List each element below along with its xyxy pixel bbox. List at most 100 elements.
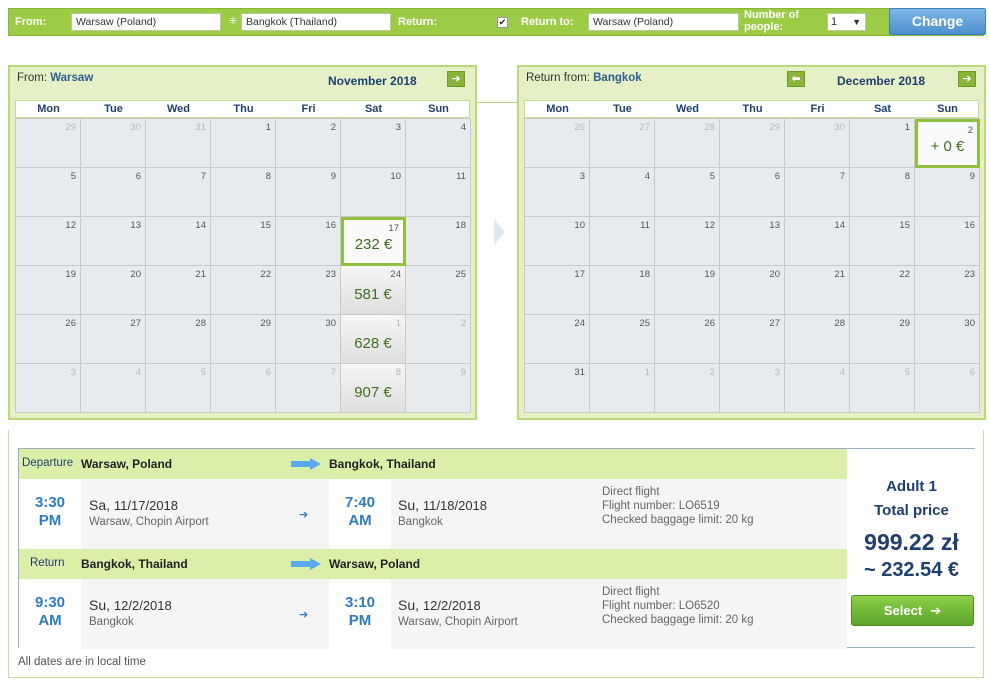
calendar-day[interactable]: 20 [81,266,146,315]
next-month-arrow-icon[interactable]: ➔ [958,71,976,87]
calendar-day[interactable]: 1 [211,119,276,168]
calendar-day[interactable]: 12 [16,217,81,266]
calendar-day[interactable]: 26 [16,315,81,364]
calendar-day-selected[interactable]: 2 + 0 € [915,119,980,168]
calendar-day[interactable]: 30 [785,119,850,168]
calendar-day[interactable]: 30 [276,315,341,364]
calendar-day[interactable]: 29 [850,315,915,364]
calendar-day[interactable]: 2 [276,119,341,168]
calendar-day[interactable]: 18 [590,266,655,315]
calendar-day[interactable]: 3 [720,364,785,413]
calendar-day[interactable]: 27 [720,315,785,364]
to-input[interactable]: Bangkok (Thailand) [241,13,391,31]
calendar-day[interactable]: 31 [146,119,211,168]
calendar-day[interactable]: 16 [915,217,980,266]
change-button[interactable]: Change [889,8,986,35]
calendar-day[interactable]: 28 [785,315,850,364]
calendar-day[interactable]: 30 [81,119,146,168]
calendar-day[interactable]: 3 [341,119,406,168]
calendar-day[interactable]: 2 [406,315,471,364]
calendar-day[interactable]: 29 [720,119,785,168]
calendar-day[interactable]: 13 [720,217,785,266]
calendar-day[interactable]: 26 [525,119,590,168]
calendar-day[interactable]: 29 [16,119,81,168]
calendar-day[interactable]: 8 907 € [341,364,406,413]
calendar-day[interactable]: 6 [211,364,276,413]
calendar-day[interactable]: 3 [525,168,590,217]
calendar-day-selected[interactable]: 17 232 € [341,217,406,266]
calendar-day[interactable]: 6 [720,168,785,217]
calendar-day[interactable]: 27 [81,315,146,364]
calendar-day[interactable]: 6 [915,364,980,413]
calendar-day[interactable]: 23 [915,266,980,315]
calendar-day[interactable]: 5 [146,364,211,413]
calendar-day[interactable]: 4 [785,364,850,413]
calendar-day[interactable]: 28 [655,119,720,168]
calendar-day[interactable]: 24 [525,315,590,364]
return-to-input[interactable]: Warsaw (Poland) [588,13,739,31]
calendar-day[interactable]: 4 [590,168,655,217]
calendar-day[interactable]: 16 [276,217,341,266]
calendar-day[interactable]: 24 581 € [341,266,406,315]
calendar-day[interactable]: 15 [211,217,276,266]
calendar-day[interactable]: 4 [406,119,471,168]
calendar-day[interactable]: 12 [655,217,720,266]
calendar-day[interactable]: 15 [850,217,915,266]
from-input[interactable]: Warsaw (Poland) [71,13,221,31]
day-number: 5 [904,367,910,378]
weekday-label: Mon [546,103,569,115]
calendar-day[interactable]: 17 [525,266,590,315]
calendar-day[interactable]: 18 [406,217,471,266]
calendar-day[interactable]: 10 [341,168,406,217]
calendar-day[interactable]: 21 [146,266,211,315]
select-button[interactable]: Select ➔ [851,595,974,626]
calendar-day[interactable]: 1 [590,364,655,413]
calendar-day[interactable]: 5 [655,168,720,217]
return-departure-time: 9:30 AM [19,579,81,649]
calendar-day[interactable]: 9 [406,364,471,413]
calendar-day[interactable]: 25 [590,315,655,364]
day-number: 1 [644,367,650,378]
calendar-day[interactable]: 28 [146,315,211,364]
calendar-day[interactable]: 8 [850,168,915,217]
calendar-day[interactable]: 29 [211,315,276,364]
calendar-day[interactable]: 5 [16,168,81,217]
calendar-day[interactable]: 9 [276,168,341,217]
calendar-day[interactable]: 14 [146,217,211,266]
calendar-day[interactable]: 11 [590,217,655,266]
calendar-day[interactable]: 8 [211,168,276,217]
day-number: 8 [904,171,910,182]
calendar-day[interactable]: 30 [915,315,980,364]
return-checkbox[interactable]: ✔ [497,17,508,28]
calendar-day[interactable]: 1 [850,119,915,168]
next-month-arrow-icon[interactable]: ➔ [447,71,465,87]
calendar-day[interactable]: 4 [81,364,146,413]
calendar-day[interactable]: 10 [525,217,590,266]
calendar-day[interactable]: 2 [655,364,720,413]
people-select[interactable]: 1 ▼ [827,13,866,31]
calendar-day[interactable]: 27 [590,119,655,168]
calendar-day[interactable]: 22 [850,266,915,315]
swap-icon[interactable]: ⁜ [228,16,238,28]
calendar-day[interactable]: 26 [655,315,720,364]
calendar-day[interactable]: 22 [211,266,276,315]
calendar-day[interactable]: 23 [276,266,341,315]
calendar-day[interactable]: 3 [16,364,81,413]
calendar-day[interactable]: 9 [915,168,980,217]
calendar-day[interactable]: 11 [406,168,471,217]
calendar-day[interactable]: 14 [785,217,850,266]
calendar-day[interactable]: 25 [406,266,471,315]
calendar-day[interactable]: 31 [525,364,590,413]
calendar-day[interactable]: 21 [785,266,850,315]
calendar-day[interactable]: 5 [850,364,915,413]
calendar-day[interactable]: 20 [720,266,785,315]
calendar-day[interactable]: 6 [81,168,146,217]
calendar-day[interactable]: 7 [146,168,211,217]
prev-month-arrow-icon[interactable]: ⬅ [787,71,805,87]
calendar-day[interactable]: 1 628 € [341,315,406,364]
calendar-day[interactable]: 7 [276,364,341,413]
calendar-day[interactable]: 13 [81,217,146,266]
calendar-day[interactable]: 7 [785,168,850,217]
calendar-day[interactable]: 19 [16,266,81,315]
calendar-day[interactable]: 19 [655,266,720,315]
